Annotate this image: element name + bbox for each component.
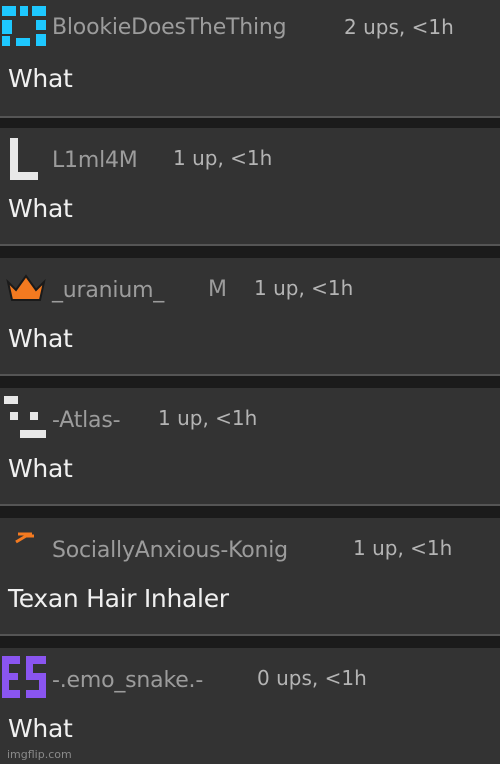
username[interactable]: _uranium_ [52, 278, 164, 303]
username[interactable]: SociallyAnxious-Konig [52, 538, 288, 563]
blue-pixel-icon[interactable] [2, 6, 46, 48]
username[interactable]: -.emo_snake.- [52, 668, 203, 693]
comment-stats: 1 up, <1h [173, 146, 273, 170]
comment-text: What [8, 194, 73, 223]
comment-stats: 2 ups, <1h [344, 15, 454, 39]
comment-text: What [8, 454, 73, 483]
mod-badge: M [208, 277, 227, 302]
comment-text: What [8, 714, 73, 743]
comment: SociallyAnxious-Konig 1 up, <1h Texan Ha… [0, 518, 500, 636]
watermark: imgflip.com [7, 748, 72, 761]
orange-squiggle-icon[interactable] [10, 530, 40, 552]
letter-l-icon[interactable] [10, 138, 38, 180]
comment-text: What [8, 324, 73, 353]
comment-stats: 0 ups, <1h [257, 666, 367, 690]
purple-es-icon[interactable] [2, 656, 46, 698]
comment-text: What [8, 64, 73, 93]
comment: _uranium_ M 1 up, <1h What [0, 258, 500, 376]
crown-icon[interactable] [6, 274, 46, 302]
username[interactable]: -Atlas- [52, 408, 121, 433]
comment-stats: 1 up, <1h [353, 536, 453, 560]
comment: -.emo_snake.- 0 ups, <1h What [0, 648, 500, 764]
comment-stats: 1 up, <1h [254, 276, 354, 300]
username[interactable]: BlookieDoesTheThing [52, 15, 287, 40]
username[interactable]: L1ml4M [52, 148, 138, 173]
comment: L1ml4M 1 up, <1h What [0, 128, 500, 246]
comment: BlookieDoesTheThing 2 ups, <1h What [0, 0, 500, 118]
comment-text: Texan Hair Inhaler [8, 584, 229, 613]
comment: -Atlas- 1 up, <1h What [0, 388, 500, 506]
comment-stats: 1 up, <1h [158, 406, 258, 430]
pixel-face-icon[interactable] [4, 396, 48, 438]
